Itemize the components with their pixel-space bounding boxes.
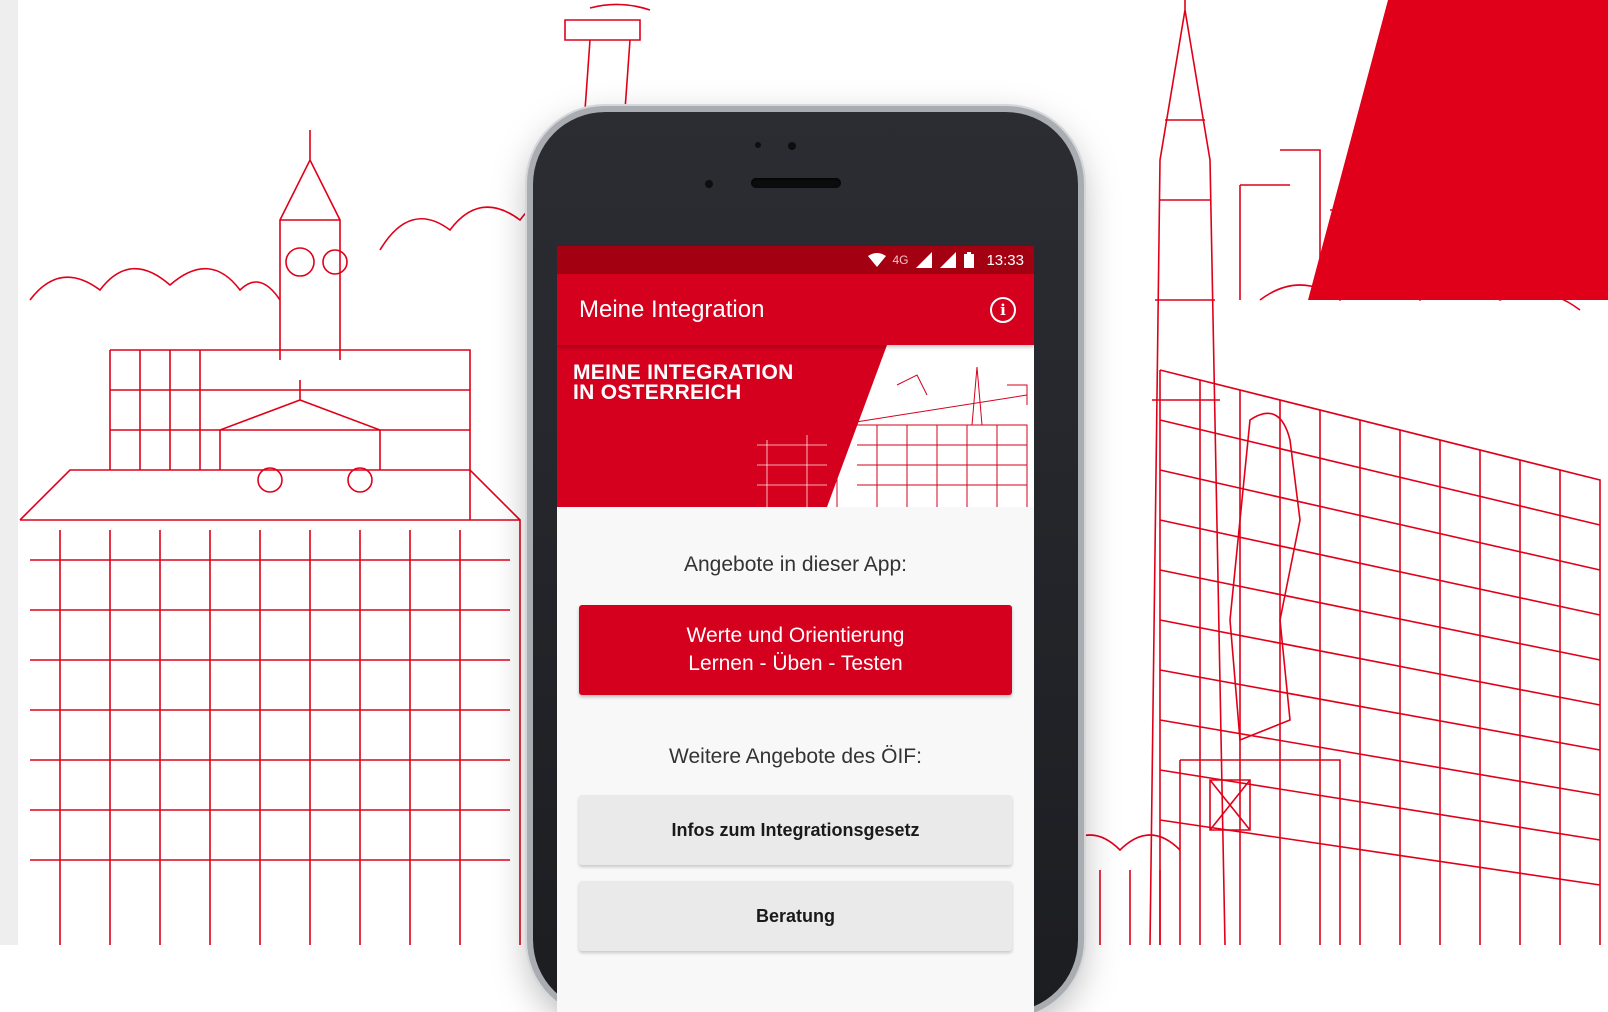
app-bar: Meine Integration i <box>557 274 1034 345</box>
app-screen: 4G 13:33 Meine Integration i MEINE INTEG… <box>557 246 1034 1012</box>
hero-banner: MEINE INTEGRATION IN OSTERREICH <box>557 345 1034 507</box>
signal-icon <box>916 252 933 268</box>
offers-label: Angebote in dieser App: <box>683 553 907 576</box>
beratung-button[interactable]: Beratung <box>579 881 1012 951</box>
clock: 13:33 <box>986 251 1024 269</box>
light-sensor <box>705 180 713 188</box>
app-title: Meine Integration <box>579 295 765 323</box>
earpiece-speaker <box>751 178 841 188</box>
integrationsgesetz-label: Infos zum Integrationsgesetz <box>671 819 920 840</box>
signal-2-icon <box>940 252 957 268</box>
front-camera <box>788 142 796 150</box>
banner-title: MEINE INTEGRATION IN OSTERREICH <box>573 361 794 404</box>
info-icon[interactable]: i <box>990 296 1016 323</box>
proximity-sensor <box>755 142 761 148</box>
banner-line-1: MEINE INTEGRATION <box>573 361 794 384</box>
integrationsgesetz-button[interactable]: Infos zum Integrationsgesetz <box>579 795 1012 865</box>
beratung-label: Beratung <box>755 905 835 926</box>
network-type: 4G <box>892 253 909 267</box>
phone-mockup: 4G 13:33 Meine Integration i MEINE INTEG… <box>533 112 1078 1012</box>
status-bar: 4G 13:33 <box>557 246 1034 274</box>
corner-red-shape <box>1308 0 1608 300</box>
battery-icon <box>964 252 975 268</box>
banner-line-2: IN OSTERREICH <box>573 381 742 404</box>
werte-orientierung-button[interactable]: Werte und Orientierung Lernen - Üben - T… <box>579 605 1012 695</box>
more-offers-label: Weitere Angebote des ÖIF: <box>669 745 922 768</box>
primary-button-line-2: Lernen - Üben - Testen <box>688 652 903 675</box>
wifi-icon <box>868 253 887 267</box>
main-content: Angebote in dieser App: Werte und Orient… <box>557 507 1034 951</box>
primary-button-line-1: Werte und Orientierung <box>686 624 905 647</box>
